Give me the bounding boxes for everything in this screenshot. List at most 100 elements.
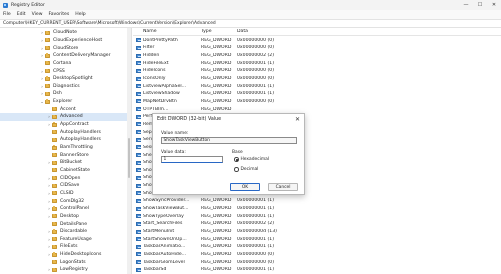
chevron-right-icon[interactable]: › [40,46,44,51]
tree-item-bitbucket[interactable]: › BitBucket [0,159,127,167]
tree-item-desktop[interactable]: › Desktop [0,213,127,221]
menu-edit[interactable]: Edit [17,12,26,17]
column-header-type[interactable]: Type [201,29,235,34]
close-window-button[interactable]: ✕ [487,0,501,10]
address-bar[interactable]: Computer\HKEY_CURRENT_USER\Software\Micr… [0,19,501,28]
base-label: Base [231,150,244,155]
tree-item-appcontract[interactable]: › AppContract [0,121,127,129]
tree-item-featureusage[interactable]: › FeatureUsage [0,236,127,244]
tree-item-cpss[interactable]: › CPSS [0,67,127,75]
decimal-radio[interactable] [234,167,239,172]
tree-item-autoplayhandlers[interactable]: AutoplayHandlers [0,136,127,144]
hexadecimal-option[interactable]: Hexadecimal [234,157,269,162]
tree-item-fileexts[interactable]: › FileExts [0,243,127,251]
chevron-right-icon[interactable]: › [47,114,51,119]
chevron-right-icon[interactable]: › [47,214,51,219]
value-row[interactable]: ShowSyncProvider... REG_DWORD 0x00000001 (… [133,197,501,205]
tree-item-advanced[interactable]: › Advanced [0,113,127,121]
chevron-right-icon[interactable]: › [40,69,44,74]
menu-view[interactable]: View [32,12,43,17]
chevron-right-icon[interactable]: › [47,267,51,272]
tree-item-clsid[interactable]: › CLSID [0,190,127,198]
value-row[interactable]: HideIcons REG_DWORD 0x00000000 (0) [133,67,501,75]
chevron-right-icon[interactable]: › [47,122,51,127]
column-header-data[interactable]: Data [237,29,317,34]
value-row[interactable]: ShowTaskViewBut... REG_DWORD 0x00000001 (1… [133,205,501,213]
value-row[interactable]: ListviewAlphaSel... REG_DWORD 0x00000001 (… [133,82,501,90]
chevron-right-icon[interactable]: › [40,53,44,58]
tree-item-hidedesktopicons[interactable]: › HideDesktopIcons [0,251,127,259]
tree-item-cidopen[interactable]: › CIDOpen [0,174,127,182]
chevron-right-icon[interactable]: › [40,76,44,81]
chevron-right-icon[interactable]: › [47,176,51,181]
chevron-right-icon[interactable]: › [47,229,51,234]
maximize-button[interactable]: ☐ [473,0,487,10]
value-row[interactable]: Filter REG_DWORD 0x00000000 (0) [133,44,501,52]
decimal-option[interactable]: Decimal [234,167,258,172]
chevron-down-icon[interactable]: ⌄ [40,99,44,104]
tree-item-cloudexperiencehost[interactable]: › CloudExperienceHost [0,37,127,45]
value-data-field[interactable]: 1 [161,156,223,163]
tree-item-discardable[interactable]: › Discardable [0,228,127,236]
tree-item-autoplayhandlers[interactable]: AutoplayHandlers [0,128,127,136]
value-row[interactable]: MapNetDrvBtn REG_DWORD 0x00000000 (0) [133,98,501,106]
tree-item-bamthrottling[interactable]: BamThrottling [0,144,127,152]
value-row[interactable]: IconsOnly REG_DWORD 0x00000000 (0) [133,75,501,83]
chevron-right-icon[interactable]: › [47,160,51,165]
tree-item-diagnostics[interactable]: › Diagnostics [0,83,127,91]
tree-item-explorer[interactable]: ⌄ Explorer [0,98,127,106]
chevron-right-icon[interactable]: › [47,237,51,242]
value-row[interactable]: OTPTBIm... REG_DWORD [133,105,501,113]
tree-item-contentdeliverymanager[interactable]: › ContentDeliveryManager [0,52,127,60]
tree-item-desktopspotlight[interactable]: › DesktopSpotlight [0,75,127,83]
value-row[interactable]: TaskbarAutoHide... REG_DWORD 0x00000000 (0… [133,251,501,259]
chevron-right-icon[interactable]: › [47,191,51,196]
tree-scroll-thumb[interactable] [128,138,130,178]
value-row[interactable]: DontPrettyPath REG_DWORD 0x00000000 (0) [133,37,501,45]
tree-item-logonstats[interactable]: LogonStats [0,259,127,267]
tree-item-dsh[interactable]: › Dsh [0,90,127,98]
chevron-right-icon[interactable]: › [40,84,44,89]
value-row[interactable]: ListviewShadow REG_DWORD 0x00000001 (1) [133,90,501,98]
value-row[interactable]: TaskbarAnimatio... REG_DWORD 0x00000001 (1… [133,243,501,251]
value-row[interactable]: Hidden REG_DWORD 0x00000002 (2) [133,52,501,60]
dialog-close-icon[interactable]: ✕ [295,116,300,123]
cancel-button[interactable]: Cancel [268,183,298,191]
hexadecimal-radio[interactable] [234,157,239,162]
value-row[interactable]: StartMenuInit REG_DWORD 0x0000000d (13) [133,228,501,236]
chevron-right-icon[interactable]: › [47,199,51,204]
chevron-right-icon[interactable]: › [40,38,44,43]
tree-item-comdlg32[interactable]: › ComDlg32 [0,197,127,205]
minimize-button[interactable]: — [459,0,473,10]
value-row[interactable]: TaskbarSd REG_DWORD 0x00000001 (1) [133,266,501,274]
tree-item-cabinetstate[interactable]: CabinetState [0,167,127,175]
chevron-right-icon[interactable]: › [47,252,51,257]
tree-item-bannerstore[interactable]: BannerStore [0,151,127,159]
value-row[interactable]: StartShownOnUp... REG_DWORD 0x00000001 (1) [133,235,501,243]
value-row[interactable]: Start_SearchFiles REG_DWORD 0x00000002 (2) [133,220,501,228]
tree-item-cortana[interactable]: Cortana [0,60,127,68]
column-header-name[interactable]: Name [143,29,197,34]
menu-help[interactable]: Help [75,12,85,17]
chevron-right-icon[interactable]: › [47,244,51,249]
menu-file[interactable]: File [3,12,11,17]
chevron-right-icon[interactable]: › [40,30,44,35]
value-row[interactable]: HideFileExt REG_DWORD 0x00000001 (1) [133,59,501,67]
tree-item-detailspane[interactable]: DetailsPane [0,220,127,228]
menu-favorites[interactable]: Favorites [49,12,70,17]
tree-item-accent[interactable]: Accent [0,106,127,114]
value-row[interactable]: ShowTypeOverlay REG_DWORD 0x00000001 (1) [133,212,501,220]
tree-scrollbar[interactable] [127,28,131,274]
value-row[interactable]: TaskbarGlomLevel REG_DWORD 0x00000000 (0) [133,258,501,266]
tree-item-cloudnote[interactable]: › CloudNote [0,29,127,37]
tree-item-label: Advanced [60,114,83,120]
chevron-right-icon[interactable]: › [47,183,51,188]
tree-item-cloudstore[interactable]: › CloudStore [0,44,127,52]
chevron-right-icon[interactable]: › [47,206,51,211]
tree-item-lowregistry[interactable]: › LowRegistry [0,266,127,274]
tree-item-controlpanel[interactable]: › ControlPanel [0,205,127,213]
ok-button[interactable]: OK [230,183,260,191]
value-name-field[interactable]: ShowTaskViewButton [161,137,297,144]
chevron-right-icon[interactable]: › [40,91,44,96]
tree-item-cidsave[interactable]: › CIDSave [0,182,127,190]
